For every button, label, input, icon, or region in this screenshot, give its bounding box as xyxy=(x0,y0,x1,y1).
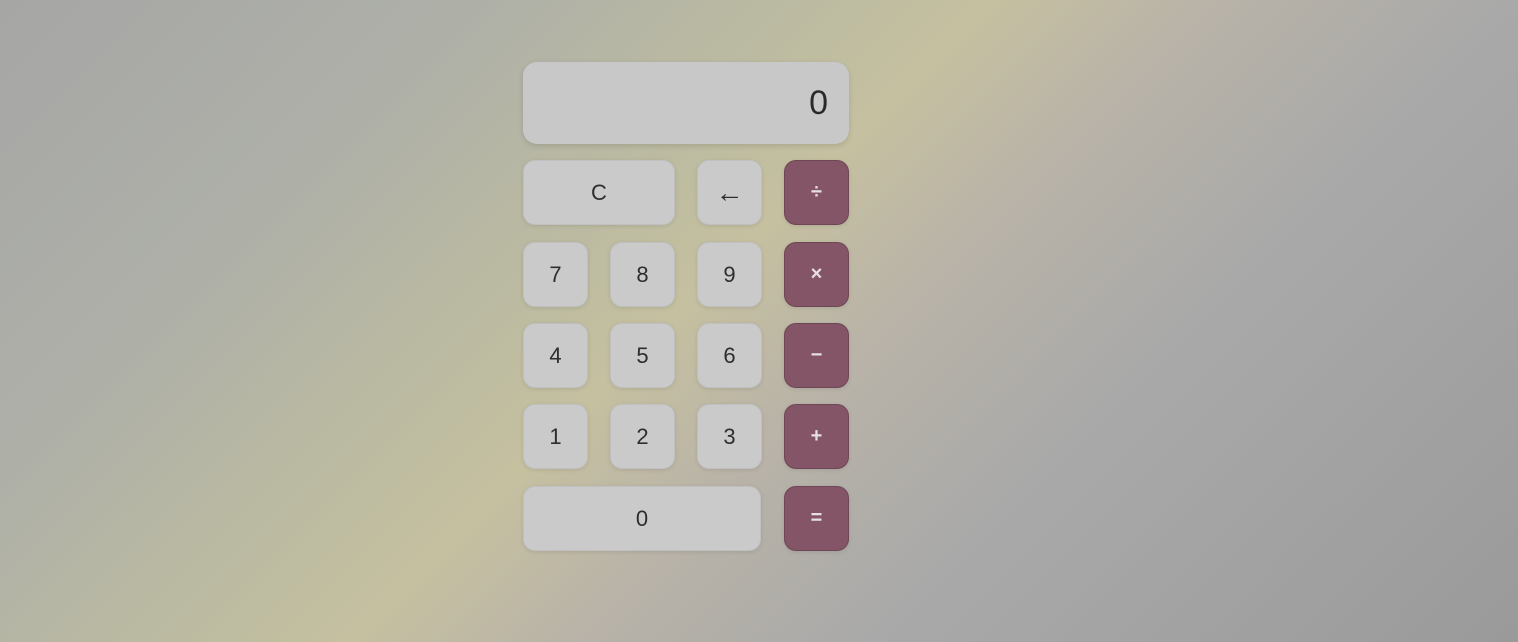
digit-1-button[interactable]: 1 xyxy=(523,404,588,469)
digit-8-button[interactable]: 8 xyxy=(610,242,675,307)
add-button[interactable]: + xyxy=(784,404,849,469)
multiply-button[interactable]: × xyxy=(784,242,849,307)
digit-5-button[interactable]: 5 xyxy=(610,323,675,388)
equals-button[interactable]: = xyxy=(784,486,849,551)
divide-button[interactable]: ÷ xyxy=(784,160,849,225)
subtract-button[interactable]: − xyxy=(784,323,849,388)
digit-2-button[interactable]: 2 xyxy=(610,404,675,469)
digit-0-button[interactable]: 0 xyxy=(523,486,761,551)
display-value: 0 xyxy=(809,83,828,122)
digit-6-button[interactable]: 6 xyxy=(697,323,762,388)
clear-button[interactable]: C xyxy=(523,160,675,225)
backspace-button[interactable]: ← xyxy=(697,160,762,225)
digit-9-button[interactable]: 9 xyxy=(697,242,762,307)
digit-4-button[interactable]: 4 xyxy=(523,323,588,388)
digit-7-button[interactable]: 7 xyxy=(523,242,588,307)
display: 0 xyxy=(523,62,849,144)
digit-3-button[interactable]: 3 xyxy=(697,404,762,469)
